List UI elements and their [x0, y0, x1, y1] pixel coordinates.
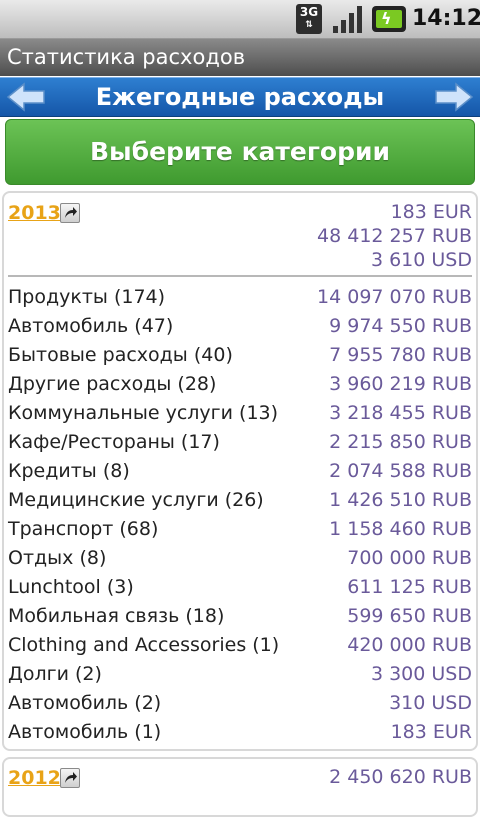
year-total: 2 450 620 RUB: [329, 766, 472, 788]
category-amount: 310 USD: [389, 692, 472, 714]
category-name: Автомобиль (2): [8, 692, 162, 714]
category-row[interactable]: Кафе/Рестораны (17) 2 215 850 RUB: [4, 428, 476, 457]
network-3g-icon: 3G ⇅: [296, 4, 322, 34]
share-icon[interactable]: [60, 768, 80, 788]
battery-charging-icon: ϟ: [372, 6, 406, 32]
category-name: Кредиты (8): [8, 460, 130, 482]
category-row[interactable]: Долги (2) 3 300 USD: [4, 660, 476, 689]
category-name: Долги (2): [8, 663, 102, 685]
status-bar: 3G ⇅ ϟ 14:12: [0, 0, 480, 39]
category-row[interactable]: Lunchtool (3) 611 125 RUB: [4, 573, 476, 602]
category-name: Мобильная связь (18): [8, 605, 225, 627]
category-amount: 1 426 510 RUB: [329, 489, 472, 511]
category-list: Продукты (174) 14 097 070 RUB Автомобиль (…: [4, 283, 476, 747]
category-amount: 599 650 RUB: [347, 605, 472, 627]
category-row[interactable]: Кредиты (8) 2 074 588 RUB: [4, 457, 476, 486]
category-name: Автомобиль (47): [8, 315, 174, 337]
previous-arrow-icon[interactable]: [6, 82, 46, 112]
share-icon[interactable]: [60, 203, 80, 223]
year-link[interactable]: 2012: [8, 767, 61, 789]
category-amount: 3 960 219 RUB: [329, 373, 472, 395]
category-name: Lunchtool (3): [8, 576, 134, 598]
category-amount: 9 974 550 RUB: [329, 315, 472, 337]
year-link[interactable]: 2013: [8, 202, 61, 224]
next-arrow-icon[interactable]: [434, 82, 474, 112]
category-name: Clothing and Accessories (1): [8, 634, 280, 656]
category-row[interactable]: Автомобиль (2) 310 USD: [4, 689, 476, 718]
category-row[interactable]: Медицинские услуги (26) 1 426 510 RUB: [4, 486, 476, 515]
signal-strength-icon: [333, 6, 362, 33]
category-amount: 14 097 070 RUB: [317, 286, 472, 308]
year-nav-bar: Ежегодные расходы: [0, 77, 480, 117]
category-row[interactable]: Отдых (8) 700 000 RUB: [4, 544, 476, 573]
category-amount: 7 955 780 RUB: [329, 344, 472, 366]
category-row[interactable]: Автомобиль (1) 183 EUR: [4, 718, 476, 747]
app-title: Статистика расходов: [0, 39, 480, 76]
category-row[interactable]: Коммунальные услуги (13) 3 218 455 RUB: [4, 399, 476, 428]
category-row[interactable]: Мобильная связь (18) 599 650 RUB: [4, 602, 476, 631]
category-name: Продукты (174): [8, 286, 166, 308]
status-time: 14:12: [412, 6, 480, 31]
category-row[interactable]: Другие расходы (28) 3 960 219 RUB: [4, 370, 476, 399]
category-name: Другие расходы (28): [8, 373, 217, 395]
network-type-label: 3G: [299, 5, 319, 19]
category-row[interactable]: Продукты (174) 14 097 070 RUB: [4, 283, 476, 312]
separator: [8, 275, 472, 277]
category-row[interactable]: Автомобиль (47) 9 974 550 RUB: [4, 312, 476, 341]
category-amount: 3 300 USD: [370, 663, 472, 685]
category-amount: 2 215 850 RUB: [329, 431, 472, 453]
category-name: Коммунальные услуги (13): [8, 402, 279, 424]
category-name: Транспорт (68): [8, 518, 159, 540]
nav-title: Ежегодные расходы: [95, 83, 385, 111]
category-amount: 183 EUR: [390, 721, 472, 743]
select-categories-button[interactable]: Выберите категории: [5, 119, 475, 185]
category-name: Кафе/Рестораны (17): [8, 431, 220, 453]
category-name: Отдых (8): [8, 547, 107, 569]
year-totals: 2 450 620 RUB: [329, 765, 472, 789]
year-card-2013: 2013 183 EUR 48 412 257 RUB 3 610 USD Пр…: [2, 191, 478, 751]
category-amount: 611 125 RUB: [347, 576, 472, 598]
year-total: 3 610 USD: [370, 249, 472, 271]
category-amount: 1 158 460 RUB: [329, 518, 472, 540]
category-amount: 700 000 RUB: [347, 547, 472, 569]
category-row[interactable]: Транспорт (68) 1 158 460 RUB: [4, 515, 476, 544]
category-amount: 420 000 RUB: [347, 634, 472, 656]
category-row[interactable]: Clothing and Accessories (1) 420 000 RUB: [4, 631, 476, 660]
category-amount: 2 074 588 RUB: [329, 460, 472, 482]
category-name: Медицинские услуги (26): [8, 489, 264, 511]
category-name: Автомобиль (1): [8, 721, 162, 743]
year-totals: 183 EUR 48 412 257 RUB 3 610 USD: [317, 200, 472, 272]
year-card-2012: 2012 2 450 620 RUB: [2, 757, 478, 817]
category-row[interactable]: Бытовые расходы (40) 7 955 780 RUB: [4, 341, 476, 370]
year-total: 48 412 257 RUB: [317, 225, 472, 247]
category-name: Бытовые расходы (40): [8, 344, 233, 366]
year-total: 183 EUR: [390, 201, 472, 223]
category-amount: 3 218 455 RUB: [329, 402, 472, 424]
